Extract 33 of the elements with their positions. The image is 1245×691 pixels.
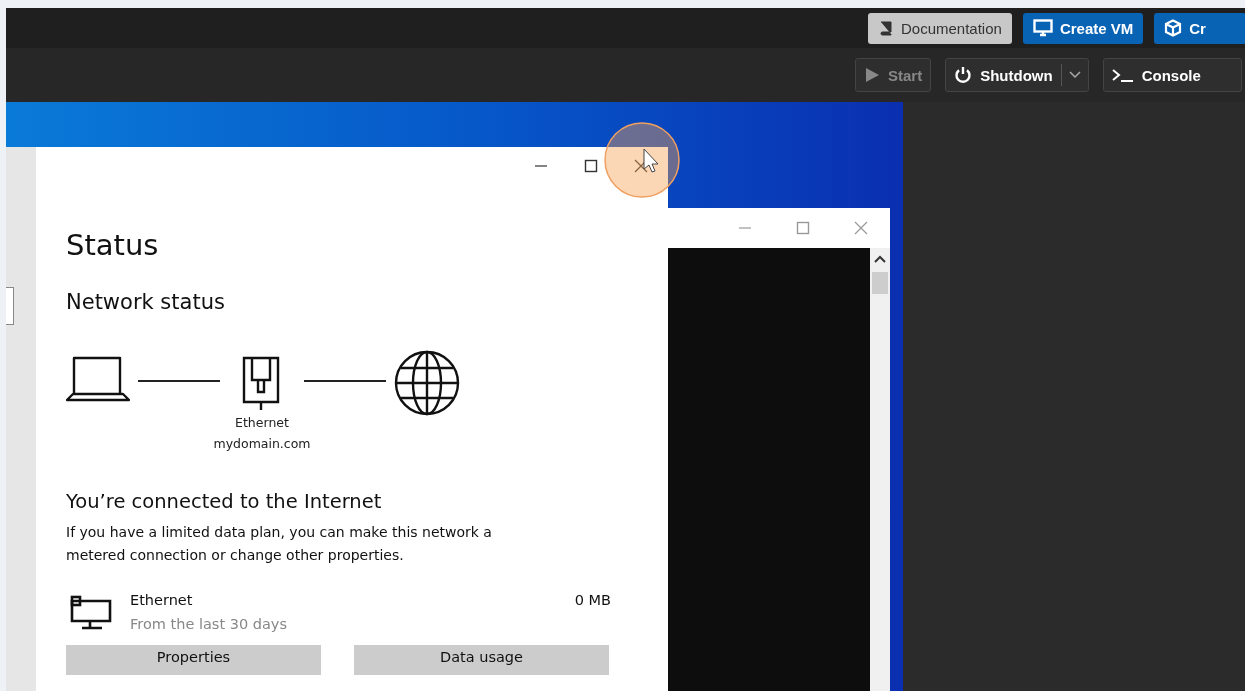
- scroll-up-icon[interactable]: [874, 255, 886, 263]
- adapter-label: Ethernet: [235, 414, 289, 432]
- adapter-name: Ethernet: [130, 591, 194, 610]
- ethernet-port-icon: [242, 356, 282, 412]
- scroll-thumb[interactable]: [872, 272, 888, 294]
- scrollbar[interactable]: [870, 248, 890, 691]
- network-name: mydomain.com: [213, 435, 311, 453]
- usage-period: From the last 30 days: [130, 615, 288, 634]
- section-heading: Network status: [66, 289, 226, 316]
- cube-icon: [1164, 19, 1183, 37]
- description-text: If you have a limited data plan, you can make this network a metered connection or change other properties.: [66, 523, 493, 565]
- data-usage-button[interactable]: Data usage: [354, 645, 609, 675]
- play-icon: [864, 67, 880, 83]
- close-icon[interactable]: [634, 159, 648, 173]
- console-button[interactable]: Console: [1102, 58, 1242, 92]
- vm-console[interactable]: [6, 102, 903, 691]
- properties-button[interactable]: Properties: [66, 645, 321, 675]
- caret-icon: [1068, 71, 1081, 79]
- globe-icon: [394, 350, 460, 416]
- monitor-icon: [1032, 19, 1053, 37]
- close-icon[interactable]: [854, 221, 868, 235]
- maximize-icon[interactable]: [584, 159, 598, 173]
- page-title: Status: [66, 227, 160, 263]
- terminal-icon: [1111, 68, 1134, 82]
- power-icon: [954, 66, 973, 84]
- create-button[interactable]: Cr: [1154, 12, 1245, 44]
- create-button[interactable]: Create VM: [1022, 12, 1144, 44]
- split-button[interactable]: Shutdown: [945, 58, 1089, 92]
- data-amount: 0 MB: [574, 591, 611, 610]
- documentation-button[interactable]: Documentation: [868, 12, 1012, 44]
- connection-status: You’re connected to the Internet: [66, 489, 383, 515]
- shutdown-button[interactable]: Shutdown: [946, 59, 1061, 91]
- laptop-icon: [66, 356, 130, 402]
